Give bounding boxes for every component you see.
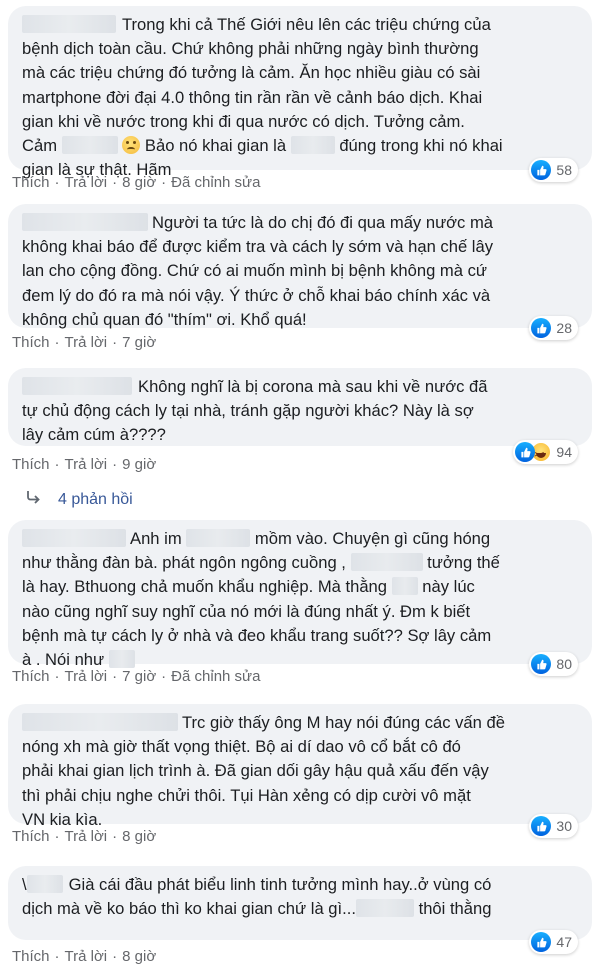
- comment-line: thì phải chịu nghe chửi thôi. Tụi Hàn xẻ…: [22, 785, 471, 805]
- like-icon: [531, 932, 552, 952]
- like-button[interactable]: Thích: [12, 828, 50, 845]
- reply-button[interactable]: Trả lời: [65, 334, 108, 351]
- comment-line: tự chủ động cách ly tại nhà, tránh gặp n…: [22, 401, 474, 421]
- reaction-summary[interactable]: 80: [529, 652, 578, 676]
- comment-bubble: Anh im mồm vào. Chuyện gì cũng hóng như …: [8, 520, 592, 676]
- comment-line: Không nghĩ là bị corona mà sau khi về nư…: [22, 375, 578, 399]
- comment-line: Trong khi cả Thế Giới nêu lên các triệu …: [22, 13, 578, 37]
- reply-arrow-icon: [26, 490, 42, 509]
- reaction-summary[interactable]: 30: [529, 814, 578, 838]
- comment-line: không khai báo để được kiểm tra và cách …: [22, 237, 493, 257]
- comment-actions: Thích · Trả lời · 9 giờ: [12, 456, 157, 473]
- sad-emoji-icon: [122, 136, 141, 155]
- comment-line: dịch mà về ko báo thì ko khai gian chứ l…: [22, 899, 492, 919]
- timestamp[interactable]: 8 giờ: [122, 828, 156, 845]
- reaction-count: 80: [556, 655, 572, 672]
- comment-actions: Thích · Trả lời · 8 giờ · Đã chỉnh sửa: [12, 174, 261, 191]
- comment-bubble: Trong khi cả Thế Giới nêu lên các triệu …: [8, 6, 592, 182]
- comment-actions: Thích · Trả lời · 7 giờ · Đã chỉnh sửa: [12, 668, 261, 685]
- like-icon: [515, 442, 536, 462]
- comment-line: Trc giờ thấy ông M hay nói đúng các vấn …: [22, 711, 578, 735]
- edited-label[interactable]: Đã chỉnh sửa: [171, 174, 260, 191]
- comment-line: bệnh dịch toàn cầu. Chứ không phải những…: [22, 39, 479, 59]
- comment-3: Không nghĩ là bị corona mà sau khi về nư…: [8, 368, 592, 467]
- reaction-count: 47: [556, 933, 572, 950]
- comment-5: Trc giờ thấy ông M hay nói đúng các vấn …: [8, 704, 592, 838]
- reaction-summary[interactable]: 94: [513, 440, 578, 467]
- comment-line: \ Già cái đầu phát biểu linh tinh tưởng m…: [22, 875, 492, 894]
- comment-line: martphone đời đại 4.0 thông tin rần rần …: [22, 87, 483, 107]
- comment-bubble: Trc giờ thấy ông M hay nói đúng các vấn …: [8, 704, 592, 838]
- timestamp[interactable]: 7 giờ: [122, 668, 156, 685]
- comment-actions: Thích · Trả lời · 8 giờ: [12, 948, 157, 965]
- view-replies-link[interactable]: 4 phản hồi: [26, 490, 133, 509]
- reply-button[interactable]: Trả lời: [65, 174, 108, 191]
- reply-button[interactable]: Trả lời: [65, 668, 108, 685]
- blurred-word: [61, 136, 118, 155]
- reaction-count: 30: [556, 817, 572, 834]
- edited-label[interactable]: Đã chỉnh sửa: [171, 668, 260, 685]
- like-icon: [531, 160, 552, 180]
- comment-6: \ Già cái đầu phát biểu linh tinh tưởng m…: [8, 866, 592, 954]
- comment-bubble: Người ta tức là do chị đó đi qua mấy nướ…: [8, 204, 592, 340]
- reply-button[interactable]: Trả lời: [65, 456, 108, 473]
- comment-line: lây cảm cúm à????: [22, 425, 166, 445]
- blurred-author-name[interactable]: [22, 713, 178, 731]
- comment-line: không chủ quan đó "thím" ơi. Khổ quá!: [22, 309, 307, 329]
- comment-line: Cảm Bảo nó khai gian là đúng trong khi n…: [22, 136, 503, 156]
- comment-line: phải khai gian lịch trình à. Đã gian dối…: [22, 761, 489, 781]
- comment-line: đem lý do đó ra mà nói vậy. Ý thức ở chỗ…: [22, 285, 491, 305]
- comment-1: Trong khi cả Thế Giới nêu lên các triệu …: [8, 6, 592, 182]
- author-initial[interactable]: \: [22, 875, 27, 894]
- blurred-author-name[interactable]: [22, 15, 116, 33]
- like-icon: [531, 318, 552, 338]
- comment-line: Anh im mồm vào. Chuyện gì cũng hóng: [22, 527, 578, 551]
- reply-button[interactable]: Trả lời: [65, 948, 108, 965]
- comment-line: mà các triệu chứng đó tưởng là cảm. Ăn h…: [22, 63, 481, 83]
- replies-count[interactable]: 4 phản hồi: [58, 491, 133, 509]
- comment-4: Anh im mồm vào. Chuyện gì cũng hóng như …: [8, 520, 592, 676]
- timestamp[interactable]: 8 giờ: [122, 948, 156, 965]
- comment-line: nào cũng nghĩ suy nghĩ của nó mới là đún…: [22, 601, 471, 621]
- like-button[interactable]: Thích: [12, 948, 50, 965]
- reaction-summary[interactable]: 58: [529, 158, 578, 182]
- comment-bubble: Không nghĩ là bị corona mà sau khi về nư…: [8, 368, 592, 467]
- comment-line: lan cho cộng đồng. Chứ có ai muốn mình b…: [22, 261, 487, 281]
- comment-2: Người ta tức là do chị đó đi qua mấy nướ…: [8, 204, 592, 340]
- blurred-author-name[interactable]: [22, 377, 132, 395]
- like-icon: [531, 654, 552, 674]
- like-button[interactable]: Thích: [12, 334, 50, 351]
- comment-line: nóng xh mà giờ thất vọng thiệt. Bộ ai dí…: [22, 737, 461, 757]
- reply-button[interactable]: Trả lời: [65, 828, 108, 845]
- comment-actions: Thích · Trả lời · 7 giờ: [12, 334, 157, 351]
- like-icon: [531, 816, 552, 836]
- like-button[interactable]: Thích: [12, 456, 50, 473]
- timestamp[interactable]: 8 giờ: [122, 174, 156, 191]
- reaction-count: 58: [556, 161, 572, 178]
- reaction-summary[interactable]: 47: [529, 930, 578, 954]
- comment-line: Người ta tức là do chị đó đi qua mấy nướ…: [22, 211, 578, 235]
- comment-bubble: \ Già cái đầu phát biểu linh tinh tưởng m…: [8, 866, 592, 954]
- timestamp[interactable]: 9 giờ: [122, 456, 156, 473]
- blurred-author-name[interactable]: [22, 213, 148, 231]
- blurred-author-name[interactable]: [22, 529, 126, 547]
- blurred-word: [108, 650, 135, 669]
- comment-line: gian khi về nước trong khi đi qua nước c…: [22, 111, 465, 131]
- reaction-summary[interactable]: 28: [529, 316, 578, 340]
- blurred-word: [290, 136, 335, 155]
- timestamp[interactable]: 7 giờ: [122, 334, 156, 351]
- blurred-word: [350, 553, 423, 572]
- like-button[interactable]: Thích: [12, 668, 50, 685]
- reaction-count: 28: [556, 319, 572, 336]
- reaction-count: 94: [556, 443, 572, 460]
- comment-line: bệnh mà tự cách ly ở nhà và đeo khẩu tra…: [22, 625, 492, 645]
- comment-actions: Thích · Trả lời · 8 giờ: [12, 828, 157, 845]
- blurred-word: [355, 899, 414, 918]
- blurred-word: [391, 577, 418, 596]
- comment-line: như thằng đàn bà. phát ngôn ngông cuồng …: [22, 553, 500, 573]
- blurred-author-name[interactable]: [26, 875, 63, 893]
- comment-line: là hay. Bthuong chả muốn khẩu nghiệp. Mà…: [22, 577, 475, 597]
- blurred-word: [186, 529, 251, 547]
- like-button[interactable]: Thích: [12, 174, 50, 191]
